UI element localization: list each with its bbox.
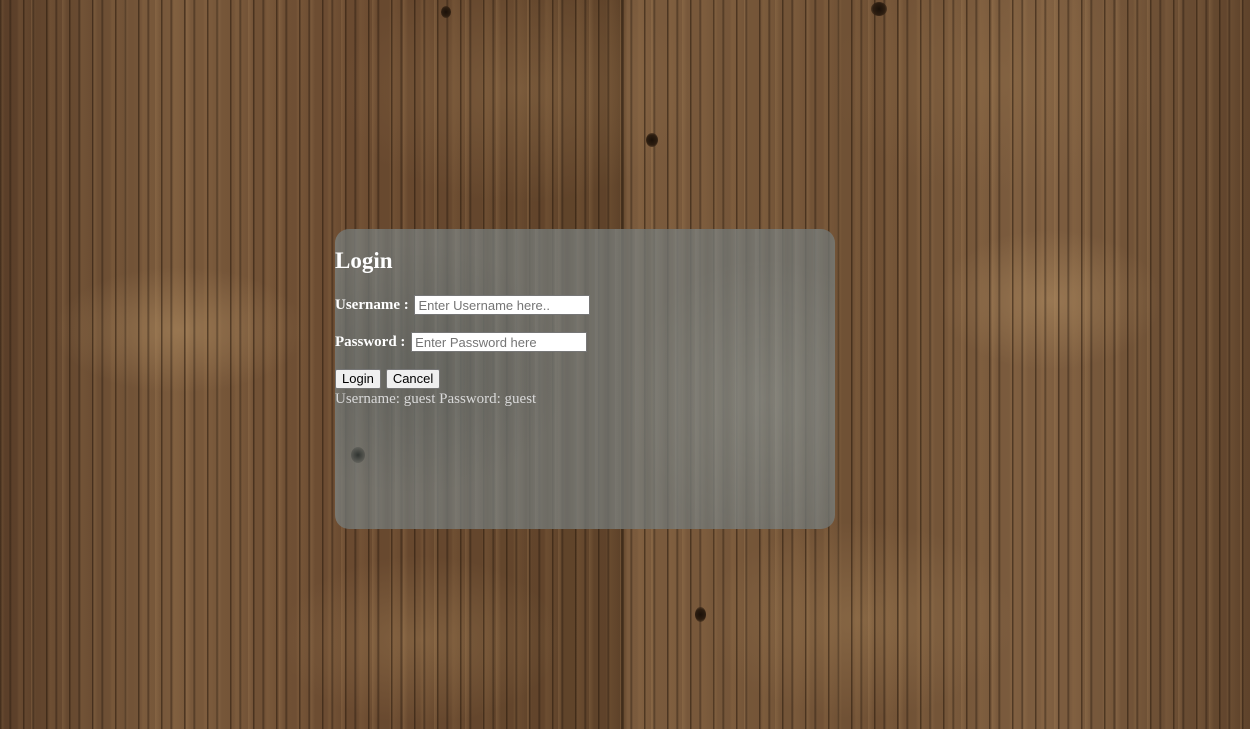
login-title: Login: [335, 248, 393, 273]
username-input[interactable]: [414, 295, 591, 315]
credentials-hint: Username: guest Password: guest: [335, 391, 537, 407]
wood-knot: [441, 6, 451, 18]
password-row: Password :: [335, 332, 588, 352]
login-panel: Login Username : Password : Login Cancel…: [335, 229, 835, 529]
wood-knot: [695, 607, 706, 622]
username-label: Username :: [335, 296, 413, 313]
wood-knot: [871, 2, 887, 16]
password-label: Password :: [335, 333, 410, 350]
username-row: Username :: [335, 295, 591, 315]
password-input[interactable]: [411, 332, 588, 352]
login-button[interactable]: Login: [335, 369, 381, 389]
panel-knot: [351, 447, 365, 463]
button-row: Login Cancel: [335, 369, 441, 389]
cancel-button[interactable]: Cancel: [385, 369, 441, 389]
wood-knot: [646, 133, 658, 147]
